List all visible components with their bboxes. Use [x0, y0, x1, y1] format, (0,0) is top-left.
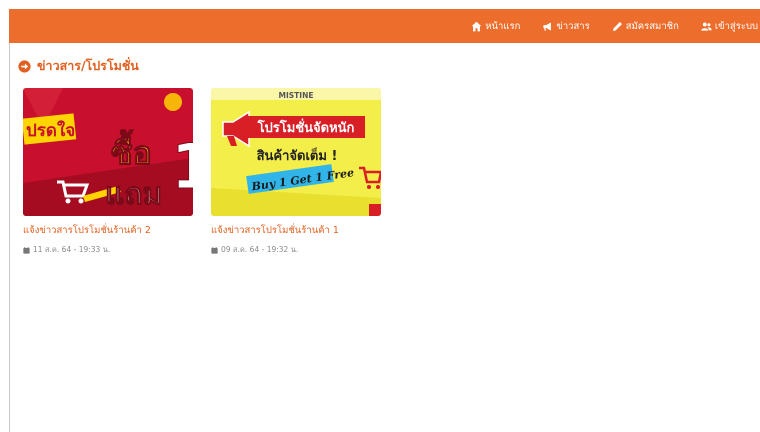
promo-image-mistine: MISTINE โปรโมชั่นจัดหนัก สินค้าจัดเต็ม !…: [211, 88, 381, 216]
news-date: 11 ส.ค. 64 - 19:33 น.: [23, 244, 193, 256]
nav-login-label: เข้าสู่ระบบ: [714, 20, 758, 32]
bullhorn-icon: [543, 21, 552, 31]
calendar-icon: [211, 246, 218, 254]
nav-news-label: ข่าวสาร: [556, 20, 590, 32]
section-title-text: ข่าวสาร/โปรโมชั่น: [37, 58, 139, 73]
nav-home[interactable]: หน้าแรก: [471, 19, 520, 34]
promo2-brand: MISTINE: [279, 91, 314, 100]
promo2-banner: โปรโมชั่นจัดหนัก: [257, 118, 355, 136]
promo1-headline-2: แถม: [105, 177, 162, 212]
calendar-icon: [23, 246, 30, 254]
nav-register-label: สมัครสมาชิก: [625, 20, 679, 32]
top-navbar: หน้าแรก ข่าวสาร สมัครสมาชิก เข้าสู่ระบบ: [9, 9, 760, 43]
users-icon: [701, 22, 712, 31]
news-card[interactable]: ปรดใจ ซื้อ แถม 1 แจ้งข่าวสารโปรโมชั่นร้า…: [23, 88, 193, 256]
promo1-banner-text: ปรดใจ: [26, 120, 75, 141]
news-card[interactable]: MISTINE โปรโมชั่นจัดหนัก สินค้าจัดเต็ม !…: [211, 88, 381, 256]
news-title[interactable]: แจ้งข่าวสารโปรโมชั่นร้านค้า 2: [23, 223, 193, 238]
news-thumbnail[interactable]: MISTINE โปรโมชั่นจัดหนัก สินค้าจัดเต็ม !…: [211, 88, 381, 216]
pencil-icon: [612, 21, 622, 31]
home-icon: [471, 21, 482, 31]
promo1-headline-1: ซื้อ: [111, 129, 152, 172]
news-thumbnail[interactable]: ปรดใจ ซื้อ แถม 1: [23, 88, 193, 216]
news-title[interactable]: แจ้งข่าวสารโปรโมชั่นร้านค้า 1: [211, 223, 381, 238]
nav-login[interactable]: เข้าสู่ระบบ: [701, 19, 758, 34]
promo2-subtitle: สินค้าจัดเต็ม !: [257, 146, 338, 164]
content-left-border: [9, 43, 10, 432]
promo-image-buy1get1: ปรดใจ ซื้อ แถม 1: [23, 88, 193, 216]
nav-menu: หน้าแรก ข่าวสาร สมัครสมาชิก เข้าสู่ระบบ: [449, 9, 760, 43]
nav-news[interactable]: ข่าวสาร: [542, 19, 590, 34]
nav-home-label: หน้าแรก: [485, 20, 521, 32]
nav-register[interactable]: สมัครสมาชิก: [612, 19, 679, 34]
promo1-big-number: 1: [171, 130, 193, 203]
news-date-text: 09 ส.ค. 64 - 19:32 น.: [221, 245, 299, 254]
section-heading: ข่าวสาร/โปรโมชั่น: [18, 56, 139, 76]
news-date-text: 11 ส.ค. 64 - 19:33 น.: [33, 245, 111, 254]
circle-arrow-right-icon: [18, 59, 31, 73]
news-date: 09 ส.ค. 64 - 19:32 น.: [211, 244, 381, 256]
